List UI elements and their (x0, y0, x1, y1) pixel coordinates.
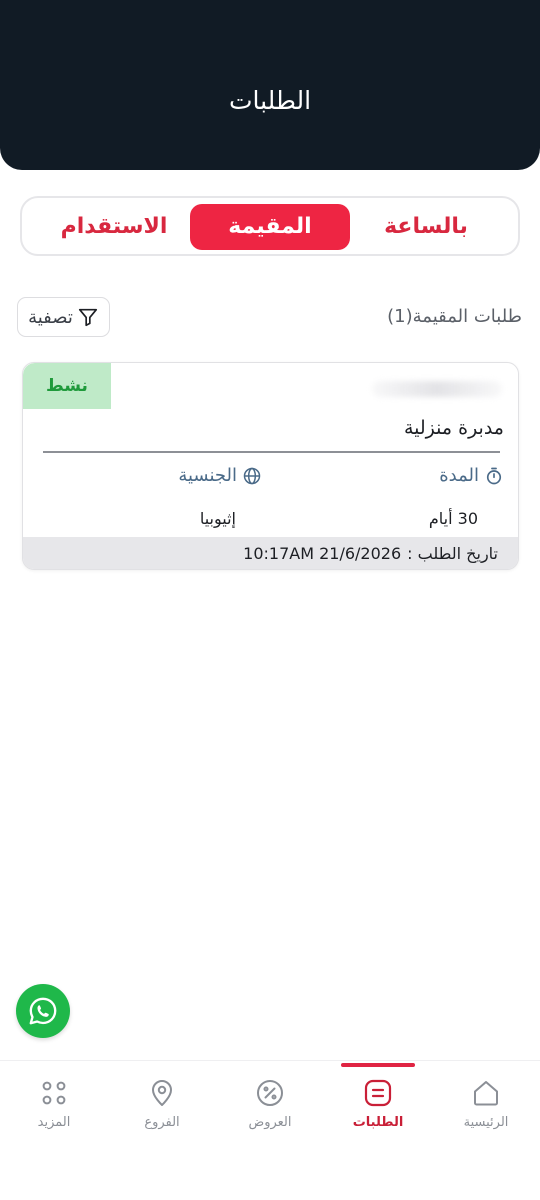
system-gesture-area (0, 1152, 540, 1200)
list-title: طلبات المقيمة(1) (387, 306, 522, 327)
nav-item-orders[interactable]: الطلبات (333, 1077, 423, 1130)
page-title: الطلبات (228, 86, 312, 115)
order-date-row: 10:17AM 21/6/2026 تاريخ الطلب : (23, 537, 518, 569)
order-card[interactable]: نشط مدبرة منزلية المدة الجنسية 30 أيام إ… (22, 362, 519, 570)
nav-item-home[interactable]: الرئيسية (441, 1077, 531, 1130)
duration-label-text: المدة (439, 465, 479, 486)
order-date-value: 10:17AM 21/6/2026 (243, 543, 402, 563)
order-type-switcher: بالساعة المقيمة الاستقدام (20, 196, 520, 256)
nav-item-branches[interactable]: الفروع (117, 1077, 207, 1130)
duration-label: المدة (439, 465, 504, 486)
tab-hourly[interactable]: بالساعة (346, 204, 506, 250)
filter-icon (78, 308, 97, 327)
location-pin-icon (152, 1080, 172, 1106)
status-badge: نشط (23, 363, 111, 409)
home-icon (474, 1081, 498, 1106)
globe-icon (243, 467, 261, 484)
nav-item-offers[interactable]: العروض (225, 1077, 315, 1130)
blurred-name (372, 381, 502, 397)
whatsapp-icon (29, 997, 57, 1025)
duration-value: 30 أيام (428, 509, 478, 528)
timer-icon (486, 467, 502, 484)
filter-label: تصفية (28, 306, 73, 328)
grid-dots-icon (42, 1081, 66, 1105)
bottom-navigation: الرئيسية الطلبات العروض الفروع المزيد (0, 1060, 540, 1152)
nav-label-orders: الطلبات (352, 1115, 404, 1130)
service-name: مدبرة منزلية (403, 417, 504, 439)
orders-icon (364, 1079, 392, 1107)
nationality-value: إثيوبيا (199, 509, 236, 528)
nav-label-branches: الفروع (144, 1115, 180, 1130)
nav-item-more[interactable]: المزيد (9, 1077, 99, 1130)
nav-label-home: الرئيسية (463, 1115, 509, 1130)
order-date-label: تاريخ الطلب : (407, 543, 498, 563)
tab-resident[interactable]: المقيمة (190, 204, 350, 250)
nav-label-more: المزيد (37, 1115, 71, 1130)
nationality-label-text: الجنسية (178, 465, 237, 486)
card-divider (43, 451, 500, 453)
percent-icon (257, 1080, 283, 1106)
nav-label-offers: العروض (248, 1115, 292, 1130)
filter-button[interactable]: تصفية (17, 297, 110, 337)
nationality-label: الجنسية (178, 465, 262, 486)
app-header: الطلبات (0, 0, 540, 170)
active-tab-indicator (341, 1063, 415, 1067)
whatsapp-button[interactable] (16, 984, 70, 1038)
tab-recruitment[interactable]: الاستقدام (34, 204, 194, 250)
